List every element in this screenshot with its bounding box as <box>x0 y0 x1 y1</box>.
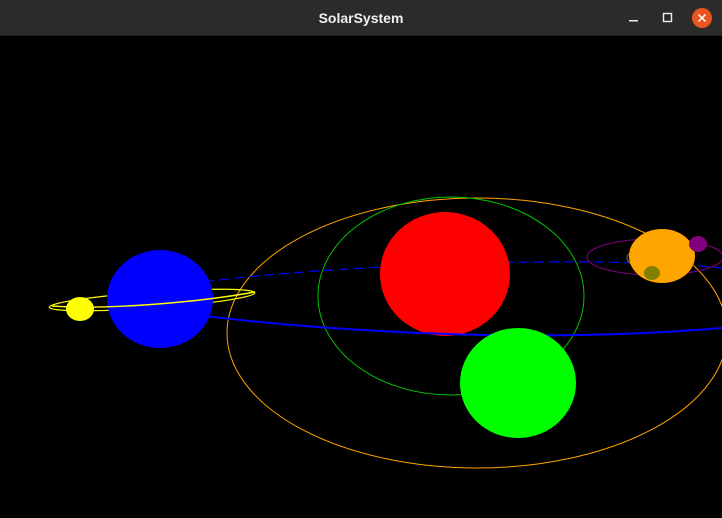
close-button[interactable] <box>692 8 712 28</box>
minimize-icon <box>629 20 638 22</box>
close-icon <box>697 13 707 23</box>
window-title: SolarSystem <box>318 10 404 26</box>
maximize-icon <box>662 12 673 23</box>
maximize-button[interactable] <box>655 5 681 31</box>
red-sphere <box>380 212 510 336</box>
title-bar[interactable]: SolarSystem <box>0 0 722 36</box>
window-controls <box>621 0 712 36</box>
orange-sphere <box>629 229 695 283</box>
olive-sphere <box>644 266 660 280</box>
blue-sphere <box>107 250 213 348</box>
purple-sphere <box>689 236 707 252</box>
scene-graphics <box>0 36 722 518</box>
app-window: SolarSystem <box>0 0 722 518</box>
render-canvas[interactable] <box>0 36 722 518</box>
minimize-button[interactable] <box>621 5 647 31</box>
green-sphere <box>460 328 576 438</box>
yellow-sphere <box>66 297 94 321</box>
